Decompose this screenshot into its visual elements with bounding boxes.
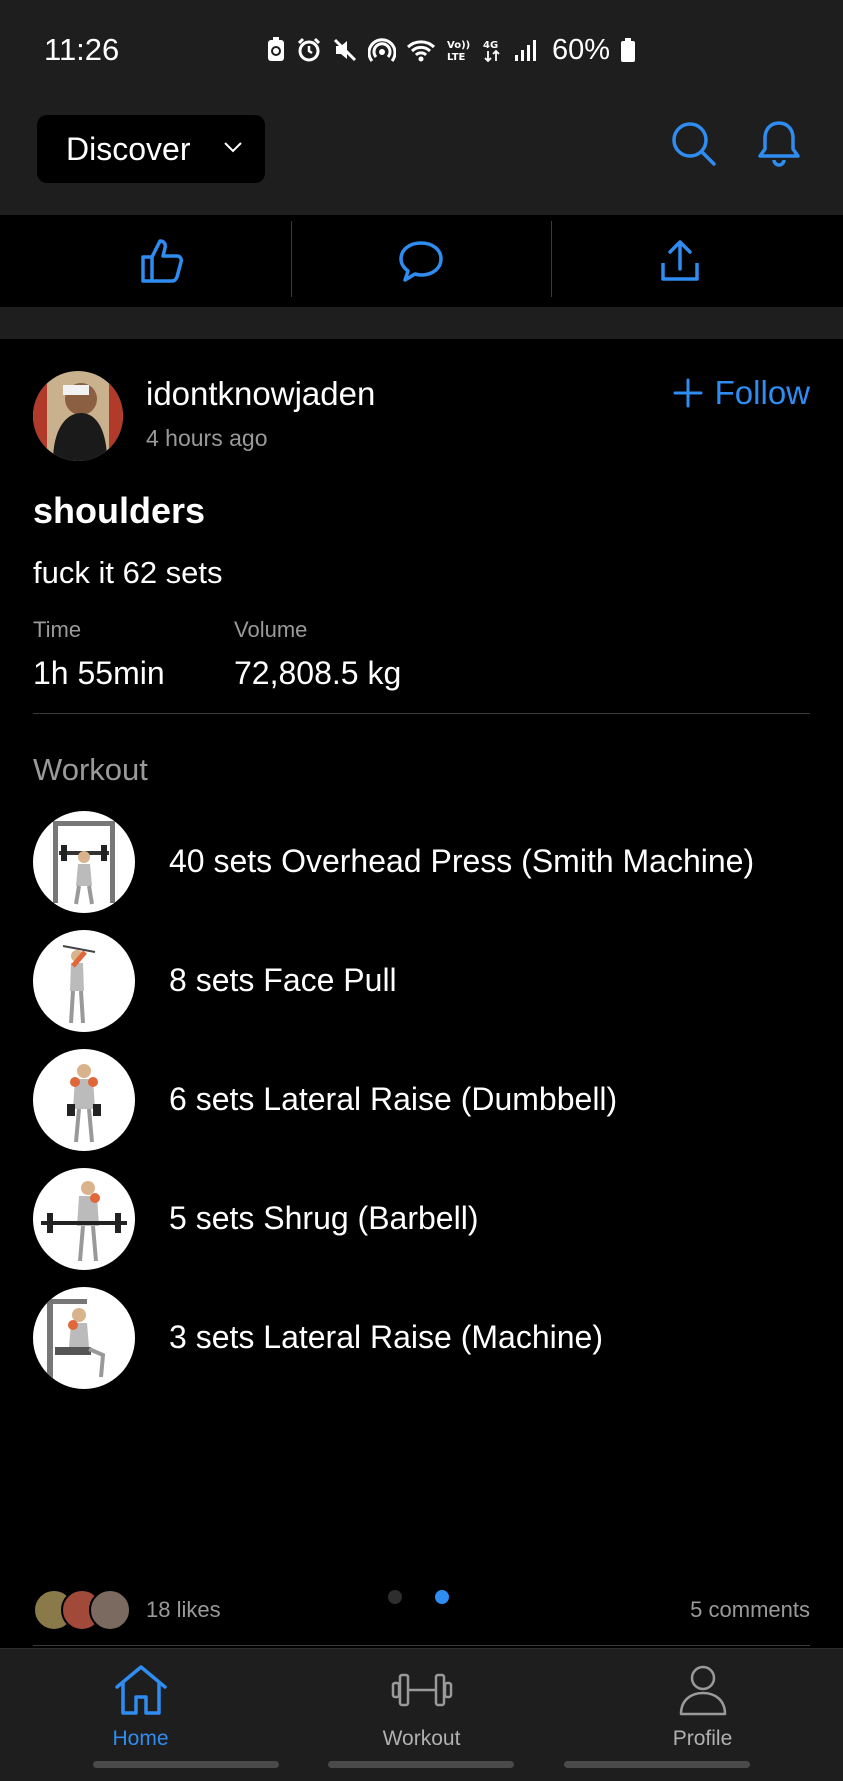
exercise-row[interactable]: 40 sets Overhead Press (Smith Machine) — [33, 811, 813, 915]
profile-icon — [679, 1665, 726, 1716]
workout-section-label: Workout — [33, 752, 148, 787]
exercise-thumbnail — [33, 930, 135, 1032]
workout-title: shoulders — [33, 490, 206, 531]
home-icon — [114, 1665, 167, 1715]
exercise-name: 40 sets Overhead Press (Smith Machine) — [169, 843, 755, 879]
system-nav-home[interactable] — [328, 1761, 514, 1768]
follow-button[interactable]: Follow — [673, 374, 810, 412]
comments-count[interactable]: 5 comments — [690, 1597, 810, 1623]
status-icons: Vo)) LTE 4G 60% — [266, 30, 636, 70]
battery-saver-icon — [268, 37, 284, 61]
share-icon — [661, 240, 699, 281]
exercise-row[interactable]: 5 sets Shrug (Barbell) — [33, 1168, 813, 1272]
stat-volume-label: Volume — [234, 617, 308, 642]
post-username[interactable]: idontknowjaden — [146, 375, 375, 413]
post-time-ago: 4 hours ago — [146, 425, 268, 451]
status-time: 11:26 — [44, 32, 120, 67]
likes-count[interactable]: 18 likes — [146, 1597, 221, 1623]
mute-icon — [333, 38, 357, 62]
exercise-thumbnail — [33, 1287, 135, 1389]
tab-workout[interactable]: Workout — [281, 1649, 562, 1759]
svg-text:Vo)): Vo)) — [447, 40, 470, 51]
svg-text:4G: 4G — [483, 40, 498, 51]
post-separator — [0, 307, 843, 339]
tab-profile[interactable]: Profile — [562, 1649, 843, 1759]
tab-home-label: Home — [112, 1727, 169, 1750]
follow-label: Follow — [714, 374, 810, 411]
chevron-down-icon — [224, 142, 242, 153]
exercise-name: 6 sets Lateral Raise (Dumbbell) — [169, 1081, 618, 1117]
comment-icon — [399, 241, 443, 282]
comment-button[interactable] — [281, 215, 561, 307]
svg-text:LTE: LTE — [447, 52, 466, 63]
status-bar: 11:26 Vo)) LTE 4G 60% — [0, 0, 843, 100]
search-icon — [672, 122, 716, 166]
battery-percent: 60% — [552, 33, 611, 66]
battery-icon — [621, 38, 636, 62]
volte-icon: Vo))LTE — [447, 40, 470, 63]
feed-dropdown-label: Discover — [66, 130, 191, 167]
stat-time-value: 1h 55min — [33, 655, 165, 691]
thumbs-up-icon — [141, 239, 183, 283]
exercise-row[interactable]: 6 sets Lateral Raise (Dumbbell) — [33, 1049, 813, 1153]
liker-avatar — [89, 1589, 131, 1631]
carousel-dot[interactable] — [388, 1590, 402, 1604]
network-4g-icon: 4G — [483, 40, 500, 63]
hotspot-icon — [368, 38, 396, 62]
system-nav-back[interactable] — [564, 1761, 750, 1768]
tab-workout-label: Workout — [382, 1727, 461, 1750]
tab-home[interactable]: Home — [0, 1649, 281, 1759]
exercise-name: 5 sets Shrug (Barbell) — [169, 1200, 479, 1236]
exercise-thumbnail — [33, 1168, 135, 1270]
previous-post-actions — [0, 215, 843, 307]
workout-description: fuck it 62 sets — [33, 555, 223, 590]
search-button[interactable] — [668, 118, 720, 175]
plus-icon — [673, 378, 703, 408]
carousel-dot-active[interactable] — [435, 1590, 449, 1604]
divider — [33, 1645, 810, 1646]
exercise-thumbnail — [33, 811, 135, 913]
signal-icon — [515, 40, 536, 61]
liker-avatars[interactable] — [33, 1589, 133, 1631]
exercise-name: 3 sets Lateral Raise (Machine) — [169, 1319, 603, 1355]
top-header: Discover — [0, 100, 843, 215]
like-button[interactable] — [23, 215, 303, 307]
exercise-thumbnail — [33, 1049, 135, 1151]
notifications-button[interactable] — [754, 118, 804, 175]
bell-icon — [758, 121, 800, 167]
alarm-icon — [297, 37, 321, 62]
system-nav-recents[interactable] — [93, 1761, 279, 1768]
feed-dropdown[interactable]: Discover — [37, 115, 265, 183]
dumbbell-icon — [391, 1673, 452, 1707]
user-avatar[interactable] — [33, 371, 123, 461]
divider — [33, 713, 810, 714]
exercise-row[interactable]: 8 sets Face Pull — [33, 930, 813, 1034]
stat-volume-value: 72,808.5 kg — [234, 655, 402, 691]
exercise-row[interactable]: 3 sets Lateral Raise (Machine) — [33, 1287, 813, 1391]
tab-profile-label: Profile — [672, 1727, 733, 1750]
exercise-name: 8 sets Face Pull — [169, 962, 397, 998]
wifi-icon — [406, 40, 436, 62]
stat-time-label: Time — [33, 617, 82, 642]
share-button[interactable] — [540, 215, 820, 307]
